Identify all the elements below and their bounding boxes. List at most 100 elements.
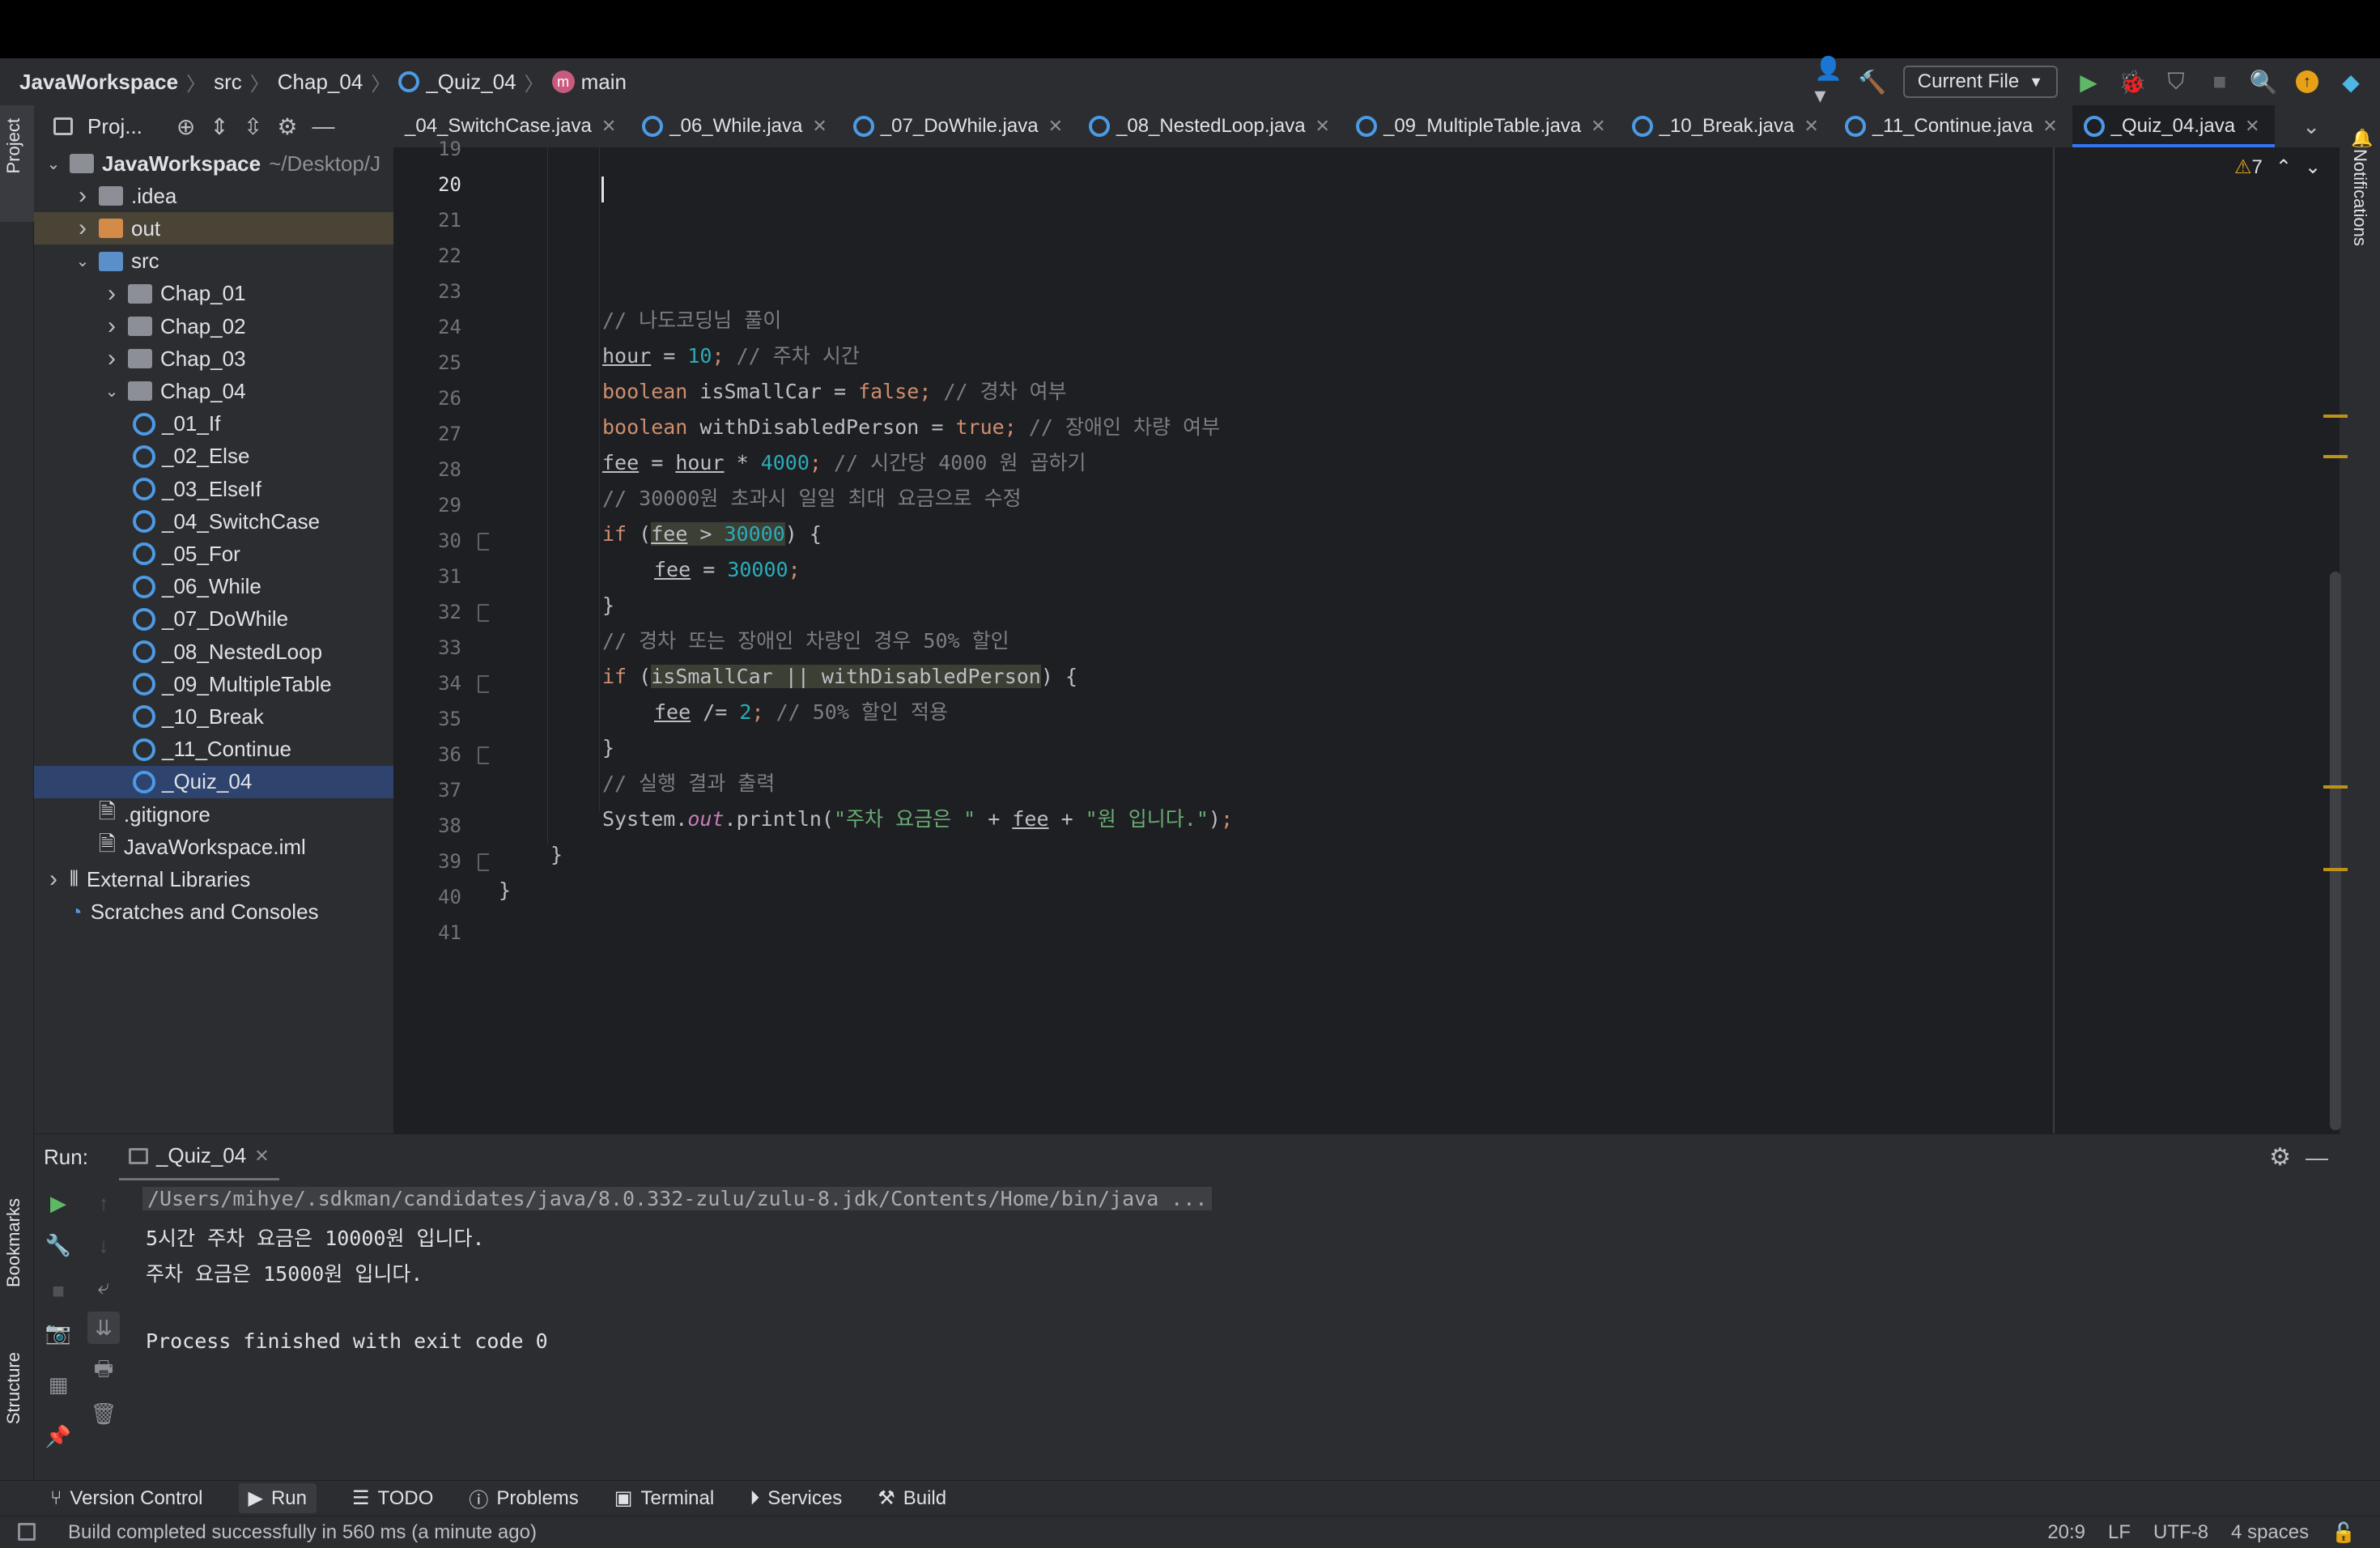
notifications-icon[interactable]: 🔔 [2351, 128, 2373, 149]
scroll-to-end-icon[interactable]: ⇊ [87, 1312, 120, 1344]
line-number[interactable]: 37 [393, 779, 461, 802]
warning-stripe-marker[interactable] [2323, 415, 2348, 418]
tree-item[interactable]: ⌄ Chap_04 [34, 375, 393, 407]
tree-item[interactable]: _03_ElseIf [34, 473, 393, 505]
user-icon[interactable]: 👤▾ [1814, 56, 1842, 108]
close-icon[interactable]: ✕ [254, 1146, 269, 1167]
run-icon[interactable]: ▶ [2076, 69, 2102, 95]
editor-tab[interactable]: _08_NestedLoop.java ✕ [1077, 105, 1345, 147]
run-console[interactable]: /Users/mihye/.sdkman/candidates/java/8.0… [139, 1180, 2340, 1480]
locate-icon[interactable]: ⊕ [176, 113, 195, 140]
close-icon[interactable]: ✕ [1315, 116, 1330, 137]
editor-scrollbar[interactable] [2330, 572, 2341, 1130]
chevron-right-icon[interactable]: › [104, 345, 120, 372]
up-arrow-icon[interactable]: ↑ [87, 1187, 120, 1219]
file-encoding[interactable]: UTF-8 [2153, 1521, 2208, 1544]
tree-item[interactable]: _07_DoWhile [34, 603, 393, 636]
line-number[interactable]: 33 [393, 636, 461, 659]
tool-version-control[interactable]: ⑂ Version Control [50, 1487, 203, 1510]
line-ending[interactable]: LF [2108, 1521, 2131, 1544]
line-number[interactable]: 34 [393, 672, 461, 695]
camera-icon[interactable]: 📷 [42, 1316, 74, 1349]
tree-item[interactable]: _05_For [34, 538, 393, 570]
line-number[interactable]: 27 [393, 423, 461, 445]
debug-icon[interactable]: 🐞 [2119, 69, 2147, 95]
gear-icon[interactable]: ⚙ [277, 113, 297, 140]
next-highlight-icon[interactable]: ⌄ [2305, 155, 2321, 179]
build-hammer-icon[interactable]: 🔨 [1858, 69, 1886, 95]
line-number[interactable]: 20 [393, 173, 461, 196]
tree-item[interactable]: _01_If [34, 408, 393, 440]
tree-item[interactable]: _10_Break [34, 700, 393, 733]
bookmarks-tool-label[interactable]: Bookmarks [3, 1198, 24, 1287]
structure-tool-label[interactable]: Structure [3, 1352, 24, 1424]
indent-setting[interactable]: 4 spaces [2231, 1521, 2309, 1544]
tool-terminal[interactable]: ▣ Terminal [614, 1486, 714, 1510]
pin-icon[interactable]: 📌 [42, 1420, 74, 1452]
minimize-icon[interactable]: — [312, 113, 334, 139]
close-icon[interactable]: ✕ [1591, 116, 1605, 137]
warning-stripe-marker[interactable] [2323, 785, 2348, 789]
tree-item[interactable]: › ⫴ External Libraries [34, 863, 393, 895]
project-tool-button[interactable]: Project [0, 105, 34, 222]
caret-position[interactable]: 20:9 [2047, 1521, 2085, 1544]
tool-problems[interactable]: ⓘ Problems [469, 1484, 578, 1512]
line-number[interactable]: 28 [393, 458, 461, 481]
editor-tab[interactable]: _11_Continue.java ✕ [1834, 105, 2072, 147]
chevron-down-icon[interactable]: ⌄ [45, 154, 62, 174]
update-icon[interactable]: ↑ [2294, 69, 2320, 95]
tree-item[interactable]: _08_NestedLoop [34, 636, 393, 668]
project-panel-title[interactable]: Proj... [87, 114, 142, 139]
line-number[interactable]: 41 [393, 921, 461, 944]
previous-highlight-icon[interactable]: ⌃ [2276, 155, 2292, 179]
tree-item[interactable]: › Chap_02 [34, 310, 393, 342]
close-icon[interactable]: ✕ [1048, 116, 1063, 137]
line-number[interactable]: 32 [393, 601, 461, 623]
console-command-line[interactable]: /Users/mihye/.sdkman/candidates/java/8.0… [142, 1187, 1213, 1210]
code-editor[interactable]: // 나도코딩님 풀이 hour = 10; // 주차 시간 boolean … [489, 147, 2340, 1133]
status-window-icon[interactable] [18, 1523, 36, 1541]
warning-stripe-marker[interactable] [2323, 455, 2348, 458]
lock-icon[interactable]: 🔓 [2331, 1521, 2356, 1545]
tool-run[interactable]: ▶ Run [238, 1483, 317, 1513]
line-number[interactable]: 38 [393, 814, 461, 837]
close-icon[interactable]: ✕ [1804, 116, 1818, 137]
chevron-right-icon[interactable]: › [74, 182, 91, 210]
tree-item[interactable]: ◔ Scratches and Consoles [34, 896, 393, 929]
wrench-icon[interactable]: 🔧 [42, 1229, 74, 1261]
breadcrumb-class[interactable]: _Quiz_04 [426, 70, 516, 95]
close-icon[interactable]: ✕ [2245, 116, 2259, 137]
trash-icon[interactable]: 🗑 [87, 1397, 120, 1430]
line-number[interactable]: 25 [393, 351, 461, 374]
expand-all-icon[interactable]: ⇕ [210, 113, 228, 140]
rerun-icon[interactable]: ▶ [42, 1187, 74, 1219]
chevron-right-icon[interactable]: › [104, 280, 120, 308]
tree-item[interactable]: › Chap_01 [34, 278, 393, 310]
chevron-down-icon[interactable]: ⌄ [104, 381, 120, 402]
tree-item[interactable]: › .idea [34, 180, 393, 212]
stop-icon[interactable]: ■ [42, 1274, 74, 1307]
tree-item[interactable]: ⌄ JavaWorkspace ~/Desktop/J [34, 147, 393, 180]
chevron-down-icon[interactable]: ⌄ [74, 251, 91, 271]
breadcrumb-src[interactable]: src [214, 70, 242, 95]
line-number[interactable]: 31 [393, 565, 461, 588]
line-number[interactable]: 36 [393, 743, 461, 766]
line-number[interactable]: 24 [393, 316, 461, 338]
line-number[interactable]: 21 [393, 209, 461, 232]
stop-icon[interactable]: ■ [2207, 69, 2233, 95]
status-message[interactable]: Build completed successfully in 560 ms (… [68, 1521, 537, 1544]
line-number[interactable]: 29 [393, 494, 461, 517]
tool-build[interactable]: ⚒ Build [878, 1486, 946, 1510]
line-number[interactable]: 30 [393, 529, 461, 552]
editor-tab[interactable]: _07_DoWhile.java ✕ [842, 105, 1077, 147]
close-icon[interactable]: ✕ [812, 116, 827, 137]
tree-item[interactable]: ⌄ src [34, 245, 393, 278]
breadcrumb-method[interactable]: main [581, 70, 627, 95]
jetbrains-logo-icon[interactable]: ◆ [2338, 69, 2364, 95]
run-tab[interactable]: _Quiz_04 ✕ [118, 1134, 279, 1181]
editor-tab[interactable]: _10_Break.java ✕ [1621, 105, 1834, 147]
tree-item[interactable]: _06_While [34, 571, 393, 603]
chevron-right-icon[interactable]: › [74, 215, 91, 242]
line-number[interactable]: 40 [393, 886, 461, 908]
search-icon[interactable]: 🔍 [2250, 69, 2278, 95]
